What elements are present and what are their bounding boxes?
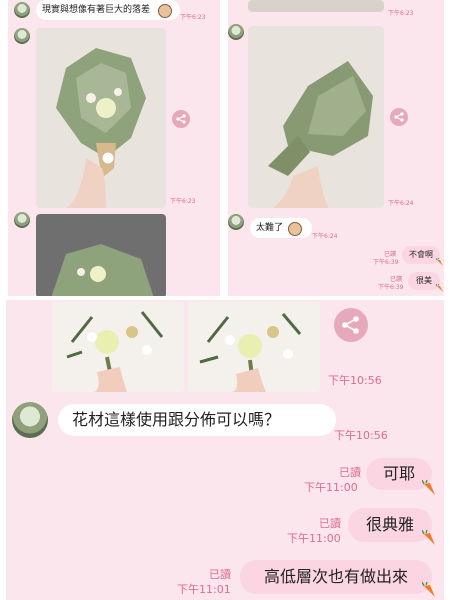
message-time: 下午10:56 <box>334 429 388 442</box>
avatar[interactable] <box>228 214 244 230</box>
share-button[interactable] <box>172 110 190 128</box>
message-time: 下午6:23 <box>170 198 196 205</box>
avatar[interactable] <box>14 28 30 44</box>
share-icon <box>176 114 186 124</box>
bouquet-wrapped-image <box>248 26 384 208</box>
face-emoji-icon <box>288 222 302 236</box>
share-icon <box>394 112 404 122</box>
share-button[interactable] <box>334 308 368 342</box>
chat-panel-bottom: 下午10:56 花材這樣使用跟分佈可以嗎？ 下午10:56 已讀 下午11:00… <box>6 300 444 600</box>
message-time: 下午6:39 <box>373 259 399 266</box>
message-time: 下午11:01 <box>177 583 231 596</box>
message-time: 下午11:00 <box>304 481 358 494</box>
message-bubble[interactable]: 太難了 <box>250 218 312 238</box>
my-message-bubble[interactable]: 不會啊 <box>402 246 440 264</box>
flower-arrangement-photo-2[interactable] <box>188 302 320 392</box>
carrot-icon <box>436 258 443 266</box>
message-bubble[interactable]: 花材這樣使用跟分佈可以嗎？ <box>58 404 336 436</box>
flower-arrangement-image-2 <box>188 302 320 392</box>
flower-arrangement-image-1 <box>52 302 184 392</box>
message-text: 很典雅 <box>365 515 414 534</box>
message-time: 下午10:56 <box>328 374 382 387</box>
face-emoji-icon <box>158 4 172 18</box>
share-icon <box>342 316 359 334</box>
message-text: 現實與想像有著巨大的落差 <box>42 5 151 15</box>
avatar[interactable] <box>14 2 30 18</box>
bouquet-photo[interactable] <box>36 28 166 208</box>
read-receipt: 已讀 <box>319 517 341 530</box>
chat-panel-top-right: 下午6:23 下午6:24 太難了 下午6:24 已讀 下午6:39 不會啊 已… <box>228 0 444 296</box>
carrot-icon <box>422 582 435 597</box>
message-text: 不會啊 <box>409 250 433 259</box>
read-receipt: 已讀 <box>209 568 231 581</box>
message-time: 下午6:23 <box>180 14 206 21</box>
carrot-icon <box>436 284 443 292</box>
message-time: 下午6:39 <box>378 284 404 291</box>
my-message-bubble[interactable]: 很典雅 <box>348 508 432 542</box>
read-receipt: 已讀 <box>339 466 361 479</box>
avatar[interactable] <box>228 24 244 40</box>
message-text: 太難了 <box>256 223 284 233</box>
message-time: 下午6:24 <box>388 200 414 207</box>
message-text: 很美 <box>416 276 432 285</box>
message-text: 可耶 <box>382 464 415 483</box>
bouquet-wrapped-image <box>36 28 166 208</box>
share-button[interactable] <box>390 108 408 126</box>
message-text: 花材這樣使用跟分佈可以嗎？ <box>72 410 281 429</box>
chat-panel-top-left: 現實與想像有著巨大的落差 下午6:23 下午6:23 <box>8 0 220 296</box>
bouquet-photo[interactable] <box>248 26 384 208</box>
message-text: 高低層次也有做出來 <box>263 567 408 586</box>
bouquet-photo-2[interactable] <box>36 214 166 296</box>
carrot-icon <box>422 530 435 545</box>
avatar[interactable] <box>12 402 48 438</box>
my-message-bubble[interactable]: 高低層次也有做出來 <box>240 560 432 594</box>
message-time: 下午6:24 <box>312 233 338 240</box>
bouquet-image-2 <box>36 214 166 296</box>
message-time: 下午11:00 <box>287 532 341 545</box>
photo-partial[interactable] <box>248 0 384 12</box>
carrot-icon <box>422 480 435 495</box>
flower-arrangement-photo-1[interactable] <box>52 302 184 392</box>
message-time: 下午6:23 <box>388 10 414 17</box>
avatar[interactable] <box>14 212 30 228</box>
